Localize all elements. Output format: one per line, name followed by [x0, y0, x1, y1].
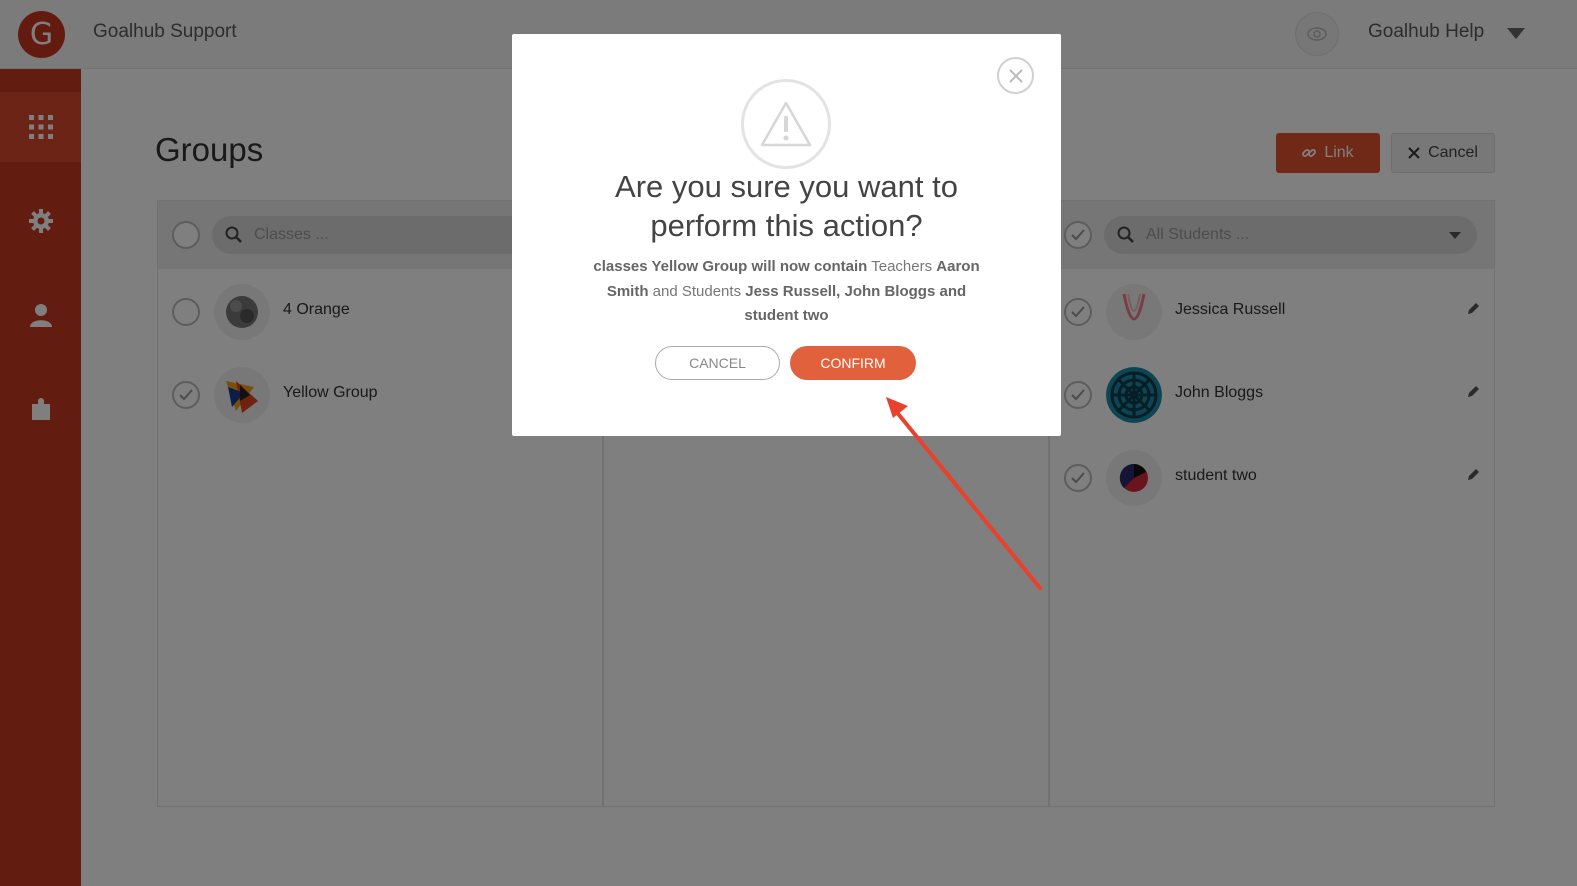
confirm-dialog: Are you sure you want to perform this ac… — [512, 34, 1061, 436]
close-dialog-button[interactable] — [997, 57, 1034, 94]
warning-icon — [741, 79, 831, 169]
dialog-cancel-button[interactable]: CANCEL — [655, 346, 780, 380]
dialog-message-students-label: and Students — [648, 282, 746, 300]
dialog-message: classes Yellow Group will now contain Te… — [592, 255, 981, 329]
dialog-title: Are you sure you want to perform this ac… — [615, 169, 958, 243]
dialog-message-teachers-label: Teachers — [867, 258, 937, 275]
dialog-message-students: Jess Russell, John Bloggs and student tw… — [744, 282, 967, 325]
dialog-confirm-button[interactable]: CONFIRM — [790, 346, 916, 380]
close-icon — [1008, 68, 1023, 83]
dialog-message-classes: classes Yellow Group will now contain — [593, 258, 868, 275]
